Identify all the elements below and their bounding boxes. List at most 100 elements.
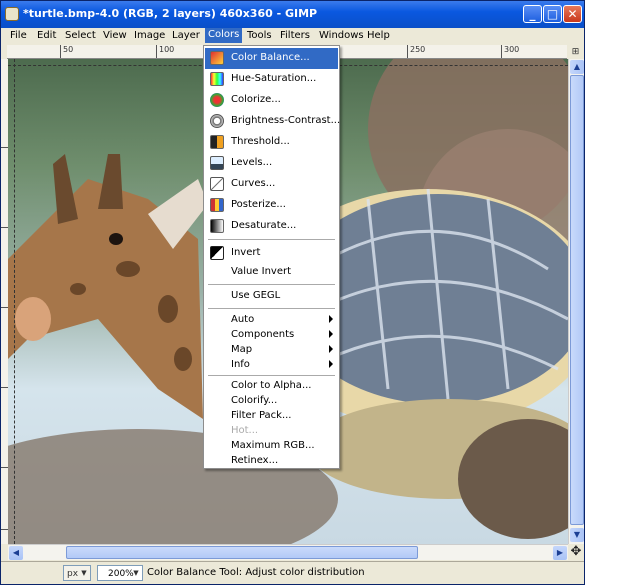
submenu-arrow-icon <box>329 330 333 338</box>
menu-item-threshold[interactable]: Threshold... <box>205 132 338 153</box>
levels-icon <box>210 156 224 170</box>
ruler-tick <box>1 529 8 530</box>
menu-item-label: Invert <box>231 247 261 258</box>
maximize-button[interactable]: □ <box>543 5 562 23</box>
hue-saturation-icon <box>210 72 224 86</box>
ruler-label: 50 <box>63 45 74 54</box>
horizontal-scroll-thumb[interactable] <box>66 546 418 559</box>
ruler-label: 250 <box>410 45 426 54</box>
menu-item-value-invert[interactable]: Value Invert <box>205 262 338 283</box>
threshold-icon <box>210 135 224 149</box>
menu-item-posterize[interactable]: Posterize... <box>205 195 338 216</box>
menu-item-invert[interactable]: Invert <box>205 243 338 264</box>
menu-item-label: Levels... <box>231 157 273 168</box>
submenu-arrow-icon <box>329 315 333 323</box>
gimp-image-window: *turtle.bmp-4.0 (RGB, 2 layers) 460x360 … <box>0 0 585 585</box>
window-title: *turtle.bmp-4.0 (RGB, 2 layers) 460x360 … <box>23 7 318 20</box>
menu-item-label: Threshold... <box>231 136 290 147</box>
menu-item-label: Maximum RGB... <box>231 440 315 451</box>
scroll-down-icon[interactable]: ▼ <box>570 528 584 542</box>
colors-menu: Color Balance... Hue-Saturation... Color… <box>203 45 340 469</box>
menu-item-label: Curves... <box>231 178 276 189</box>
posterize-icon <box>210 198 224 212</box>
menu-item-label: Info <box>231 359 250 370</box>
brightness-contrast-icon <box>210 114 224 128</box>
ruler-tick <box>501 45 502 58</box>
menu-layer[interactable]: Layer <box>172 30 200 41</box>
scroll-right-icon[interactable]: ▶ <box>553 546 567 560</box>
menu-item-label: Color to Alpha... <box>231 380 312 391</box>
scroll-left-icon[interactable]: ◀ <box>9 546 23 560</box>
ruler-tick <box>1 147 8 148</box>
menu-file[interactable]: File <box>10 30 27 41</box>
menu-view[interactable]: View <box>103 30 127 41</box>
menu-item-label: Brightness-Contrast... <box>231 115 341 126</box>
menu-item-use-gegl[interactable]: Use GEGL <box>205 286 338 307</box>
menu-item-label: Value Invert <box>231 266 292 277</box>
menu-item-colorize[interactable]: Colorize... <box>205 90 338 111</box>
ruler-tick <box>407 45 408 58</box>
minimize-button[interactable]: _ <box>523 5 542 23</box>
menu-separator <box>208 308 335 309</box>
close-button[interactable]: ✕ <box>563 5 582 23</box>
vertical-scroll-thumb[interactable] <box>570 75 584 525</box>
color-balance-icon <box>210 51 224 65</box>
chevron-down-icon: ▼ <box>81 569 87 577</box>
submenu-arrow-icon <box>329 360 333 368</box>
ruler-tick <box>1 467 8 468</box>
menu-item-label: Map <box>231 344 253 355</box>
menu-item-label: Components <box>231 329 295 340</box>
menu-item-retinex[interactable]: Retinex... <box>205 451 338 472</box>
menu-separator <box>208 284 335 285</box>
ruler-tick <box>156 45 157 58</box>
ruler-tick <box>1 387 8 388</box>
vertical-scrollbar[interactable]: ▲ ▼ <box>568 59 584 544</box>
menu-item-color-balance[interactable]: Color Balance... <box>205 48 338 69</box>
menu-item-levels[interactable]: Levels... <box>205 153 338 174</box>
menu-tools[interactable]: Tools <box>247 30 272 41</box>
menu-image[interactable]: Image <box>134 30 165 41</box>
ruler-tick <box>1 227 8 228</box>
unit-selector[interactable]: px ▼ <box>63 565 91 581</box>
menu-item-info[interactable]: Info <box>205 355 338 376</box>
ruler-tick <box>60 45 61 58</box>
submenu-arrow-icon <box>329 345 333 353</box>
menu-item-curves[interactable]: Curves... <box>205 174 338 195</box>
menu-bar: File Edit Select View Image Layer Colors… <box>1 28 584 45</box>
status-message: Color Balance Tool: Adjust color distrib… <box>147 567 365 578</box>
menu-item-label: Colorify... <box>231 395 278 406</box>
zoom-selector[interactable]: 200% ▼ <box>97 565 143 581</box>
navigate-icon[interactable]: ⊞ <box>567 45 584 59</box>
menu-item-brightness-contrast[interactable]: Brightness-Contrast... <box>205 111 341 132</box>
menu-item-hue-saturation[interactable]: Hue-Saturation... <box>205 69 338 90</box>
menu-item-label: Auto <box>231 314 255 325</box>
zoom-value: 200% <box>108 569 134 579</box>
chevron-down-icon: ▼ <box>133 569 139 577</box>
menu-item-label: Hot... <box>231 425 259 436</box>
ruler-tick <box>1 307 8 308</box>
menu-item-label: Color Balance... <box>231 52 310 63</box>
ruler-label: 300 <box>504 45 520 54</box>
desaturate-icon <box>210 219 224 233</box>
menu-item-desaturate[interactable]: Desaturate... <box>205 216 338 237</box>
menu-windows[interactable]: Windows <box>319 30 364 41</box>
ruler-label: 100 <box>159 45 175 54</box>
menu-item-label: Colorize... <box>231 94 281 105</box>
colorize-icon <box>210 93 224 107</box>
menu-item-label: Desaturate... <box>231 220 297 231</box>
horizontal-scrollbar[interactable]: ◀ ▶ <box>8 544 568 560</box>
curves-icon <box>210 177 224 191</box>
scroll-up-icon[interactable]: ▲ <box>570 60 584 74</box>
move-icon[interactable]: ✥ <box>568 544 584 560</box>
menu-select[interactable]: Select <box>65 30 96 41</box>
title-bar[interactable]: *turtle.bmp-4.0 (RGB, 2 layers) 460x360 … <box>1 1 584 28</box>
gimp-app-icon <box>5 7 19 21</box>
menu-colors[interactable]: Colors <box>205 28 243 43</box>
layer-boundary <box>14 59 15 544</box>
menu-item-label: Retinex... <box>231 455 279 466</box>
menu-help[interactable]: Help <box>367 30 390 41</box>
unit-value: px <box>67 569 79 579</box>
menu-filters[interactable]: Filters <box>280 30 310 41</box>
menu-edit[interactable]: Edit <box>37 30 56 41</box>
menu-item-label: Hue-Saturation... <box>231 73 317 84</box>
